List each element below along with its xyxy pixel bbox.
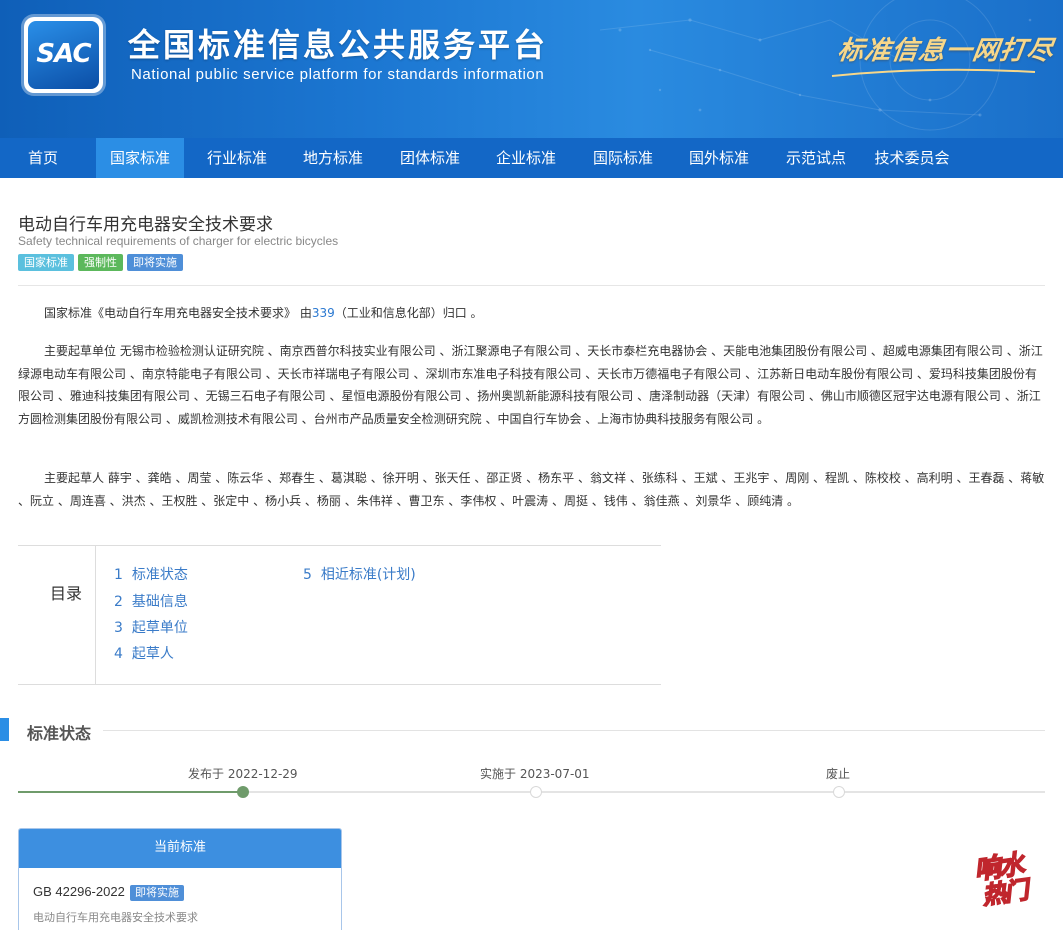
toc-item-drafters[interactable]: 4 起草人 xyxy=(114,643,174,663)
nav-item-local[interactable]: 地方标准 xyxy=(289,138,377,178)
timeline-label-abolished: 废止 xyxy=(826,767,851,781)
timeline-dot-effective xyxy=(530,786,542,798)
timeline-dot-published xyxy=(237,786,249,798)
nav-item-enterprise[interactable]: 企业标准 xyxy=(482,138,570,178)
nav-item-home[interactable]: 首页 xyxy=(0,138,86,178)
section-accent-bar xyxy=(0,718,9,741)
site-subtitle: National public service platform for sta… xyxy=(131,66,545,83)
toc-item-drafting-units[interactable]: 3 起草单位 xyxy=(114,617,188,637)
timeline-progress xyxy=(18,791,243,793)
nav-item-industry[interactable]: 行业标准 xyxy=(193,138,281,178)
watermark-logo: 响水 热门 xyxy=(972,849,1029,911)
card-header: 当前标准 xyxy=(19,829,341,868)
standard-title-en: Safety technical requirements of charger… xyxy=(18,234,339,248)
drafters-label: 主要起草人 xyxy=(44,471,105,485)
standard-title-cn: 电动自行车用充电器安全技术要求 xyxy=(18,215,273,235)
nav-item-international[interactable]: 国际标准 xyxy=(579,138,667,178)
nav-item-pilot[interactable]: 示范试点 xyxy=(772,138,860,178)
nav-item-foreign[interactable]: 国外标准 xyxy=(675,138,763,178)
nav-item-committee[interactable]: 技术委员会 xyxy=(866,138,958,178)
current-standard-card[interactable]: 当前标准 GB 42296-2022 即将实施 电动自行车用充电器安全技术要求 xyxy=(18,828,342,930)
badge-upcoming: 即将实施 xyxy=(127,254,183,271)
drafting-units-paragraph: 主要起草单位 无锡市检验检测认证研究院 、南京西普尔科技实业有限公司 、浙江聚源… xyxy=(18,340,1045,430)
divider xyxy=(18,285,1045,286)
toc-item-status[interactable]: 1 标准状态 xyxy=(114,564,188,584)
badge-national: 国家标准 xyxy=(18,254,74,271)
table-of-contents: 目录 1 标准状态 2 基础信息 3 起草单位 4 起草人 5 相近标准(计划) xyxy=(18,545,661,685)
slogan: 标准信息一网打尽 xyxy=(835,36,1056,66)
timeline-label-effective: 实施于 2023-07-01 xyxy=(480,767,590,781)
toc-item-basic-info[interactable]: 2 基础信息 xyxy=(114,591,188,611)
toc-item-related[interactable]: 5 相近标准(计划) xyxy=(303,564,416,584)
slogan-swoosh xyxy=(831,68,1036,77)
nav-item-national[interactable]: 国家标准 xyxy=(96,138,184,178)
standard-badges: 国家标准 强制性 即将实施 xyxy=(18,254,187,271)
card-standard-name: 电动自行车用充电器安全技术要求 xyxy=(33,911,198,924)
card-status-badge: 即将实施 xyxy=(130,885,184,901)
header-banner: SAC 全国标准信息公共服务平台 National public service… xyxy=(0,0,1063,138)
site-title: 全国标准信息公共服务平台 xyxy=(128,26,549,64)
sac-logo[interactable]: SAC xyxy=(24,17,103,93)
intro-paragraph: 国家标准《电动自行车用充电器安全技术要求》 由339（工业和信息化部）归口 。 xyxy=(44,306,483,320)
badge-mandatory: 强制性 xyxy=(78,254,123,271)
section-title-status: 标准状态 xyxy=(27,724,92,743)
tc-link[interactable]: 339 xyxy=(312,306,335,320)
nav-item-group[interactable]: 团体标准 xyxy=(386,138,474,178)
toc-label: 目录 xyxy=(50,584,83,603)
section-divider xyxy=(103,730,1045,731)
main-nav: 首页 国家标准 行业标准 地方标准 团体标准 企业标准 国际标准 国外标准 示范… xyxy=(0,138,1063,178)
drafting-units-text: 无锡市检验检测认证研究院 、南京西普尔科技实业有限公司 、浙江聚源电子有限公司 … xyxy=(18,344,1043,426)
drafters-text: 薛宇 、龚皓 、周莹 、陈云华 、郑春生 、葛淇聪 、徐开明 、张天任 、邵正贤… xyxy=(18,471,1045,508)
card-standard-code[interactable]: GB 42296-2022 xyxy=(33,884,125,899)
timeline-dot-abolished xyxy=(833,786,845,798)
drafters-paragraph: 主要起草人 薛宇 、龚皓 、周莹 、陈云华 、郑春生 、葛淇聪 、徐开明 、张天… xyxy=(18,467,1045,512)
drafting-units-label: 主要起草单位 xyxy=(44,344,117,358)
timeline-label-published: 发布于 2022-12-29 xyxy=(188,767,298,781)
